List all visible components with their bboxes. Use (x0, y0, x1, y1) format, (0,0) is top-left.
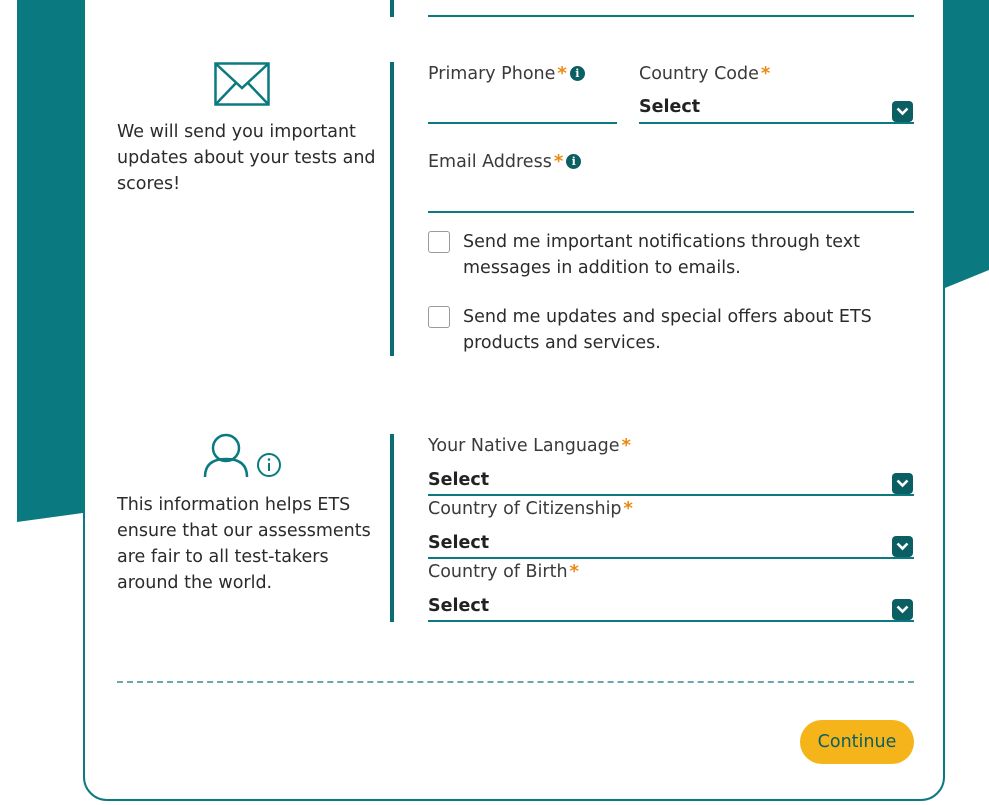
native-language-underline (428, 494, 914, 496)
sms-notifications-label: Send me important notifications through … (463, 232, 860, 278)
chevron-down-icon[interactable] (892, 101, 913, 122)
birth-country-label: Country of Birth * (428, 561, 579, 582)
required-star: * (553, 151, 564, 172)
envelope-icon (214, 62, 270, 106)
section-separator (117, 681, 914, 683)
chevron-down-icon[interactable] (892, 473, 913, 494)
email-input[interactable] (428, 211, 914, 213)
primary-phone-label: Primary Phone * i (428, 63, 585, 84)
required-star: * (621, 435, 631, 456)
info-icon[interactable]: i (566, 154, 582, 169)
contact-section-divider (390, 62, 394, 356)
email-label: Email Address * i (428, 151, 582, 172)
citizenship-label: Country of Citizenship * (428, 498, 633, 519)
citizenship-underline (428, 557, 914, 559)
section-divider-top (390, 0, 394, 17)
country-code-label: Country Code * (639, 63, 771, 84)
native-language-label: Your Native Language * (428, 435, 631, 456)
marketing-offers-label: Send me updates and special offers about… (463, 307, 872, 353)
required-star: * (623, 498, 633, 519)
previous-field-underline (428, 15, 914, 17)
required-star: * (569, 561, 579, 582)
country-code-underline (639, 122, 914, 124)
required-star: * (557, 63, 567, 84)
info-icon[interactable]: i (569, 66, 585, 81)
required-star: * (760, 63, 771, 84)
birth-country-select[interactable]: Select (428, 596, 489, 616)
chevron-down-icon[interactable] (892, 599, 913, 620)
background-description: This information helps ETS ensure that o… (117, 495, 371, 593)
contact-description: We will send you important updates about… (117, 122, 376, 194)
chevron-down-icon[interactable] (892, 536, 913, 557)
citizenship-select[interactable]: Select (428, 533, 489, 553)
sms-notifications-checkbox[interactable] (428, 231, 450, 253)
user-info-icon (203, 433, 281, 478)
marketing-offers-checkbox[interactable] (428, 306, 450, 328)
birth-country-underline (428, 620, 914, 622)
native-language-select[interactable]: Select (428, 470, 489, 490)
continue-button[interactable]: Continue (800, 720, 914, 764)
background-section-divider (390, 434, 394, 622)
country-code-select[interactable]: Select (639, 97, 700, 117)
primary-phone-input[interactable] (428, 122, 617, 124)
